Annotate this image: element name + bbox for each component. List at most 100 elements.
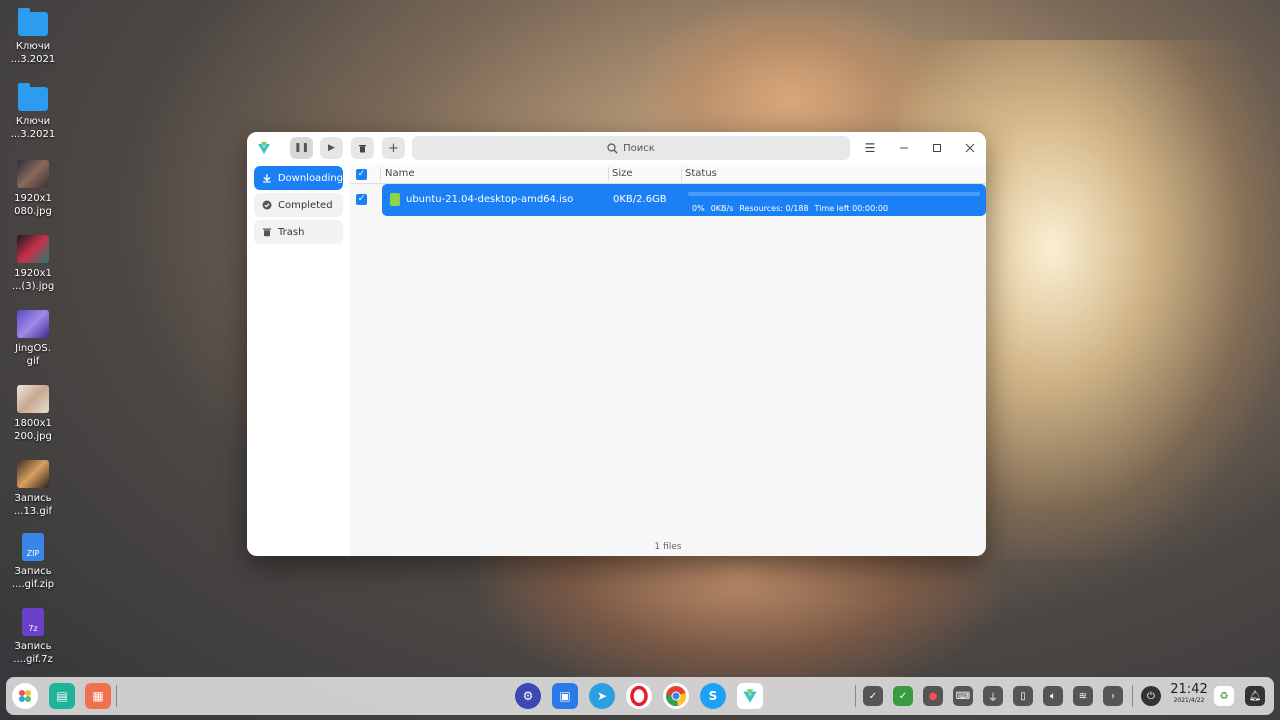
tray-usb[interactable]: ⏚ [983,686,1003,706]
tray-keyboard[interactable]: ⌨ [953,686,973,706]
taskbar-divider [116,685,117,707]
tray-mouse[interactable]: ▯ [1013,686,1033,706]
clock[interactable]: 21:42 2021/4/22 [1169,682,1209,705]
opera-app[interactable] [626,683,652,709]
titlebar: ❚❚ ▶ + Поиск ☰ [247,132,986,164]
downloader-tray-icon: ✓ [868,690,878,702]
download-icon [262,174,271,183]
column-header-status[interactable]: Status [685,168,717,179]
desktop-icon-zip[interactable]: ZIP Запись ....gif.zip [0,525,66,595]
launcher-button[interactable] [12,683,38,709]
skype-app[interactable]: S [700,683,726,709]
multitask-icon: ▤ [56,689,68,703]
desktop-icon-label: Запись ....gif.7z [13,641,53,665]
image-thumbnail-icon [17,310,49,338]
maximize-button[interactable] [927,138,947,158]
pause-button[interactable]: ❚❚ [290,137,313,159]
desktop-icon-label: Запись ...13.gif [13,493,53,517]
select-all-checkbox[interactable]: ✓ [356,169,367,180]
app-logo-icon [258,142,270,154]
delete-button[interactable] [351,137,374,159]
app-store-app[interactable]: ▣ [552,683,578,709]
wifi-icon: ≋ [1078,690,1088,702]
workspace-button[interactable]: ▦ [85,683,111,709]
sidebar-item-trash[interactable]: Trash [254,220,343,244]
telegram-icon: ➤ [596,689,608,703]
file-count: 1 files [654,542,682,552]
record-icon: ● [928,690,938,702]
table-row[interactable]: ubuntu-21.04-desktop-amd64.iso 0KB/2.6GB… [382,184,986,216]
menu-button[interactable]: ☰ [860,138,880,158]
telegram-app[interactable]: ➤ [589,683,615,709]
desktop-icon-7z[interactable]: 7z Запись ....gif.7z [0,600,66,670]
trash-bin[interactable]: ♻ [1214,686,1234,706]
chevron-right-icon: › [1111,690,1115,702]
check-circle-icon [262,200,272,210]
desktop-icon-folder-2[interactable]: Ключи ...3.2021 [0,75,66,145]
launcher-icon [19,690,31,702]
control-center-app[interactable]: ⚙ [515,683,541,709]
tray-downloader[interactable]: ✓ [863,686,883,706]
status-speed: 0KB/s [710,204,734,213]
download-progress-bar [688,192,980,196]
sidebar-item-downloading[interactable]: Downloading [254,166,343,190]
add-task-button[interactable]: + [382,137,405,159]
tray-screen-record[interactable]: ● [923,686,943,706]
desktop-icon-label: 1800x1 200.jpg [14,418,52,442]
trash-bin-icon: ♻ [1219,690,1229,702]
sidebar: Downloading Completed Trash [247,164,350,556]
row-checkbox[interactable]: ✓ [356,194,367,205]
start-button[interactable]: ▶ [320,137,343,159]
image-thumbnail-icon [17,385,49,413]
desktop-icon-image-3[interactable]: JingOS. gif [0,300,66,370]
desktop-icon-label: 1920x1 ...(3).jpg [11,268,55,292]
column-header-name[interactable]: Name [385,168,415,179]
search-placeholder: Поиск [623,142,655,154]
status-resources: Resources: 0/188 [739,204,809,213]
minimize-button[interactable] [894,138,914,158]
usb-icon: ⏚ [988,692,998,704]
desktop-icon-image-4[interactable]: 1800x1 200.jpg [0,375,66,445]
power-button[interactable]: ⏻ [1141,686,1161,706]
chrome-app[interactable] [663,683,689,709]
desktop-icon-folder-1[interactable]: Ключи ...3.2021 [0,0,66,70]
sidebar-item-label: Completed [278,199,333,211]
desktop-icon-label: JingOS. gif [15,343,51,367]
desktop-icon-image-2[interactable]: 1920x1 ...(3).jpg [0,225,66,295]
column-divider [380,167,381,181]
close-button[interactable] [960,138,980,158]
tray-volume[interactable]: 🔈︎ [1043,686,1063,706]
wallpaper-face [640,0,940,140]
file-size: 0KB/2.6GB [613,194,667,205]
plus-icon: + [388,140,399,156]
bell-icon: 🔔︎ [1248,690,1262,702]
desktop-icon-image-1[interactable]: 1920x1 080.jpg [0,150,66,220]
search-input[interactable]: Поиск [412,136,850,160]
status-percent: 0% [692,204,705,213]
iso-file-icon [390,193,400,206]
trash-icon [263,228,271,237]
desktop-icon-image-5[interactable]: Запись ...13.gif [0,450,66,520]
sidebar-item-label: Downloading [277,172,343,184]
image-thumbnail-icon [17,160,49,188]
tray-wifi[interactable]: ≋ [1073,686,1093,706]
play-icon: ▶ [328,143,335,153]
download-status: 0% 0KB/s Resources: 0/188 Time left 00:0… [692,204,888,213]
taskbar: ▤ ▦ ⚙ ▣ ➤ S ✓ ✓ ● ⌨ ⏚ ▯ 🔈︎ ≋ › ⏻ 21:42 2… [6,677,1274,715]
column-header-size[interactable]: Size [612,168,633,179]
volume-icon: 🔈︎ [1050,690,1056,702]
keyboard-icon: ⌨ [955,690,971,702]
sidebar-item-completed[interactable]: Completed [254,193,343,217]
tray-expand[interactable]: › [1103,686,1123,706]
notification-button[interactable]: 🔔︎ [1245,686,1265,706]
chrome-icon [665,686,686,707]
column-divider [608,167,609,181]
multitask-view-button[interactable]: ▤ [49,683,75,709]
opera-icon [630,686,648,706]
downloader-app[interactable] [737,683,763,709]
sidebar-item-label: Trash [278,226,305,238]
download-list: ✓ Name Size Status ✓ ubuntu-21.04-deskto… [350,164,986,556]
tray-security[interactable]: ✓ [893,686,913,706]
shield-icon: ✓ [898,690,908,702]
folder-icon [18,8,48,36]
